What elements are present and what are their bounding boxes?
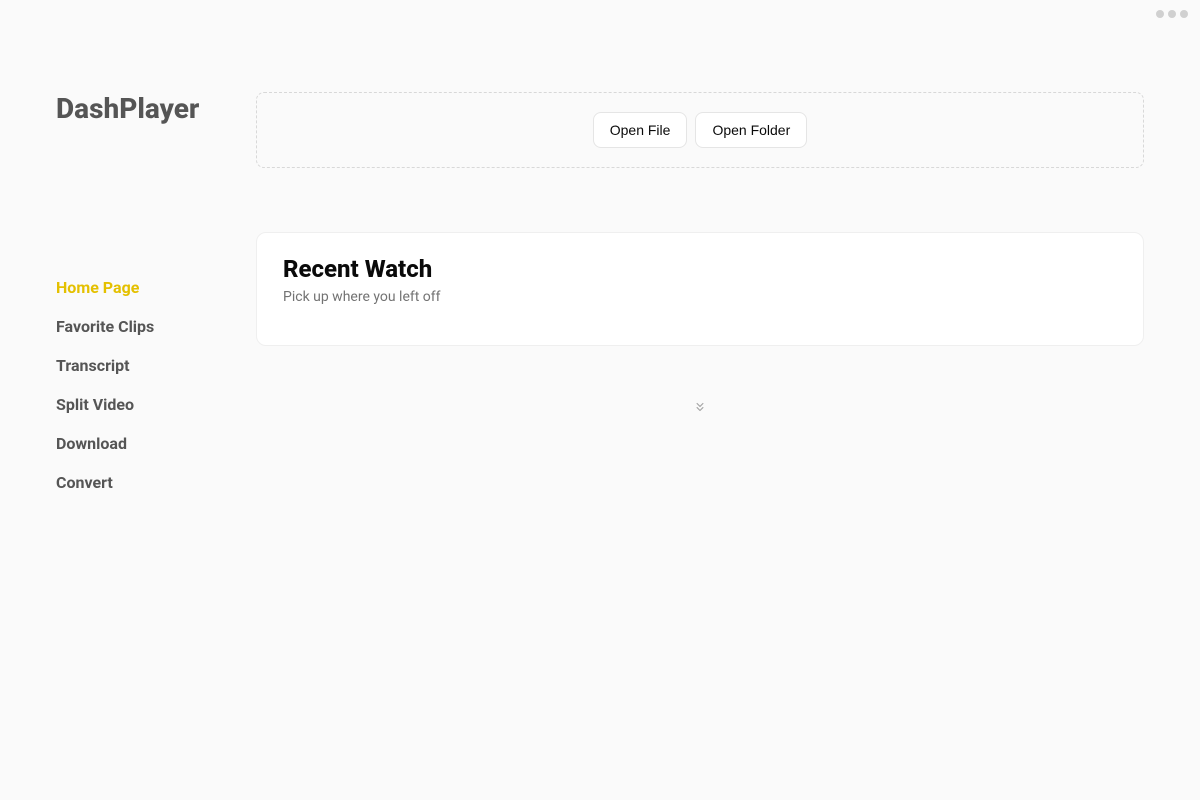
window-dot[interactable] <box>1156 10 1164 18</box>
window-dot[interactable] <box>1180 10 1188 18</box>
open-folder-button[interactable]: Open Folder <box>695 112 807 148</box>
sidebar: DashPlayer Home Page Favorite Clips Tran… <box>0 0 256 800</box>
sidebar-item-transcript[interactable]: Transcript <box>56 348 256 383</box>
file-dropzone[interactable]: Open File Open Folder <box>256 92 1144 168</box>
window-dot[interactable] <box>1168 10 1176 18</box>
main-area: Open File Open Folder Recent Watch Pick … <box>256 92 1144 414</box>
sidebar-item-split-video[interactable]: Split Video <box>56 387 256 422</box>
recent-watch-title: Recent Watch <box>283 255 1117 283</box>
sidebar-item-download[interactable]: Download <box>56 426 256 461</box>
app-title: DashPlayer <box>56 92 256 125</box>
sidebar-item-home-page[interactable]: Home Page <box>56 270 256 305</box>
open-file-button[interactable]: Open File <box>593 112 688 148</box>
nav-list: Home Page Favorite Clips Transcript Spli… <box>56 270 256 500</box>
recent-watch-subtitle: Pick up where you left off <box>283 289 1117 305</box>
window-controls <box>1156 10 1188 18</box>
chevrons-down-icon[interactable] <box>256 400 1144 414</box>
recent-watch-card: Recent Watch Pick up where you left off <box>256 232 1144 346</box>
sidebar-item-favorite-clips[interactable]: Favorite Clips <box>56 309 256 344</box>
sidebar-item-convert[interactable]: Convert <box>56 465 256 500</box>
